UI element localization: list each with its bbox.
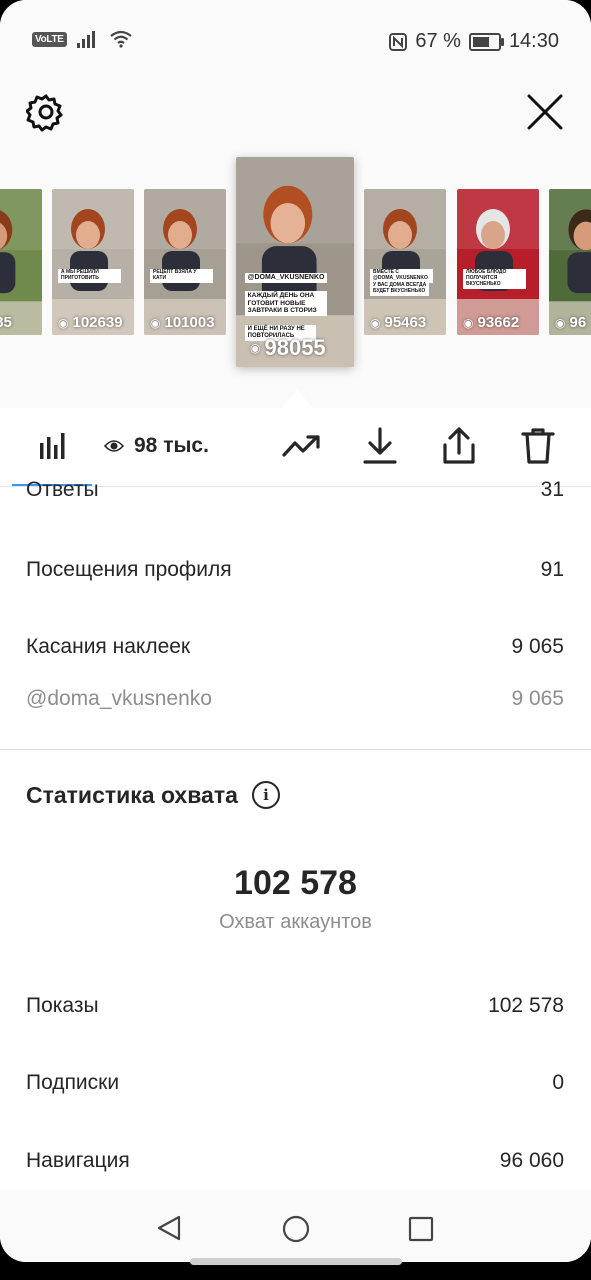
close-icon[interactable]	[525, 92, 565, 132]
story-thumbnail[interactable]: А МЫ РЕШИЛИ ПРИГОТОВИТЬ ◉ 102639	[52, 189, 134, 335]
story-toolbar: 98 тыс.	[0, 408, 591, 487]
nfc-icon	[389, 32, 408, 51]
info-icon[interactable]: i	[251, 781, 280, 809]
view-count-text: 101003	[164, 314, 215, 331]
eye-icon	[104, 440, 124, 452]
eye-icon: ◉	[58, 315, 69, 330]
clock: 14:30	[508, 30, 559, 52]
view-count-text: 2885	[0, 314, 12, 331]
volte-badge: VoLTE	[32, 31, 67, 47]
views-count: 98 тыс.	[104, 426, 209, 466]
stat-value: 91	[540, 558, 564, 581]
view-count-text: 95463	[384, 314, 427, 331]
view-count-text: 98055	[264, 335, 326, 360]
stat-value: 96 060	[499, 1149, 564, 1172]
reach-big-label: Охват аккаунтов	[219, 911, 372, 933]
story-view-count: ◉ 98055	[250, 335, 326, 361]
stat-value: 9 065	[511, 687, 564, 710]
story-caption: @DOMA_VKUSNENKO	[244, 272, 328, 283]
stat-value: 0	[552, 1071, 564, 1094]
bar-chart-icon[interactable]	[38, 426, 68, 466]
story-thumbnail[interactable]: ◉ 96	[549, 189, 591, 335]
story-caption: КАЖДЫЙ ДЕНЬ ОНА ГОТОВИТ НОВЫЕ ЗАВТРАКИ В…	[244, 291, 328, 316]
wifi-icon	[110, 30, 132, 48]
story-thumbnail[interactable]: ВМЕСТЕ С @DOMA_VKUSNENKO У ВАС ДОМА ВСЕГД…	[364, 189, 446, 335]
views-label: 98 тыс.	[134, 434, 209, 457]
view-count-text: 93662	[477, 314, 520, 331]
reach-section-title: Статистика охвата i	[26, 781, 280, 809]
eye-icon: ◉	[555, 315, 566, 330]
stat-value: 102 578	[488, 994, 564, 1017]
story-view-count: ◉ 93662	[463, 314, 519, 331]
story-caption: ЛЮБОЕ БЛЮДО ПОЛУЧИТСЯ ВКУСНЕНЬКО	[463, 269, 527, 289]
stat-row-replies: Ответы 31	[26, 478, 564, 502]
stat-row-sticker-taps: Касания наклеек 9 065	[26, 635, 564, 659]
story-thumbnail[interactable]: ЛЮБОЕ БЛЮДО ПОЛУЧИТСЯ ВКУСНЕНЬКО ◉ 93662	[457, 189, 539, 335]
story-thumbnail[interactable]: @DOMA_VKUSNENKO КАЖДЫЙ ДЕНЬ ОНА ГОТОВИТ Н…	[236, 157, 354, 367]
eye-icon: ◉	[250, 341, 261, 355]
story-thumbnail[interactable]: ◉2885	[0, 189, 42, 335]
status-bar: VoLTE 67 % 14:30	[0, 0, 591, 68]
stat-label: Показы	[26, 994, 99, 1017]
gear-icon[interactable]	[26, 92, 66, 132]
stat-label: Навигация	[26, 1149, 130, 1172]
selection-pointer	[281, 390, 313, 408]
stat-value: 9 065	[511, 635, 564, 658]
trash-icon[interactable]	[521, 426, 555, 466]
story-caption: А МЫ РЕШИЛИ ПРИГОТОВИТЬ	[58, 269, 122, 283]
battery-icon	[468, 32, 504, 51]
stat-label: Ответы	[26, 478, 99, 501]
eye-icon: ◉	[463, 315, 474, 330]
battery-percent: 67 %	[415, 30, 461, 52]
download-icon[interactable]	[362, 426, 398, 466]
story-thumbnail[interactable]: РЕЦЕПТ ВЗЯЛА У КАТИ ◉ 101003	[144, 189, 226, 335]
stat-row-impressions: Показы 102 578	[26, 994, 564, 1018]
story-view-count: ◉2885	[0, 314, 12, 331]
story-view-count: ◉ 101003	[150, 314, 215, 331]
recents-square-icon[interactable]	[407, 1215, 435, 1243]
signal-icon	[76, 31, 95, 48]
story-caption: У ВАС ДОМА ВСЕГДА БУДЕТ ВКУСНЕНЬКО	[370, 282, 430, 296]
stat-row-navigation: Навигация 96 060	[26, 1149, 564, 1173]
story-view-count: ◉ 96	[555, 314, 586, 331]
stat-label: Касания наклеек	[26, 635, 191, 658]
stat-label: Подписки	[26, 1071, 120, 1094]
story-view-count: ◉ 95463	[370, 314, 426, 331]
story-caption: РЕЦЕПТ ВЗЯЛА У КАТИ	[150, 269, 214, 283]
screen: VoLTE 67 % 14:30 5 А МЫ РЕШИЛИ ПРИГОТОВИ…	[0, 0, 591, 1262]
section-divider	[0, 749, 591, 750]
eye-icon: ◉	[370, 315, 381, 330]
stat-row-profile-visits: Посещения профиля 91	[26, 558, 564, 582]
story-header: ◉2885 А МЫ РЕШИЛИ ПРИГОТОВИТЬ◉102639 РЕЦ…	[0, 68, 591, 408]
stat-label: Посещения профиля	[26, 558, 232, 581]
share-icon[interactable]	[441, 426, 477, 466]
story-caption: ВМЕСТЕ С @DOMA_VKUSNENKO	[370, 269, 434, 283]
stat-value: 31	[540, 478, 564, 501]
home-circle-icon[interactable]	[281, 1214, 311, 1244]
trending-up-icon[interactable]	[282, 426, 322, 466]
eye-icon: ◉	[150, 315, 161, 330]
reach-big-number: 102 578	[234, 864, 357, 902]
stat-row-follows: Подписки 0	[26, 1071, 564, 1095]
home-gesture-pill[interactable]	[190, 1258, 402, 1265]
back-triangle-icon[interactable]	[155, 1214, 183, 1242]
view-count-text: 102639	[72, 314, 123, 331]
story-view-count: ◉ 102639	[58, 314, 123, 331]
system-nav-bar	[0, 1190, 591, 1262]
stat-row-mention[interactable]: @doma_vkusnenko 9 065	[26, 687, 564, 711]
section-title-text: Статистика охвата	[26, 781, 238, 808]
view-count-text: 96	[569, 314, 587, 331]
mention-label[interactable]: @doma_vkusnenko	[26, 687, 212, 711]
